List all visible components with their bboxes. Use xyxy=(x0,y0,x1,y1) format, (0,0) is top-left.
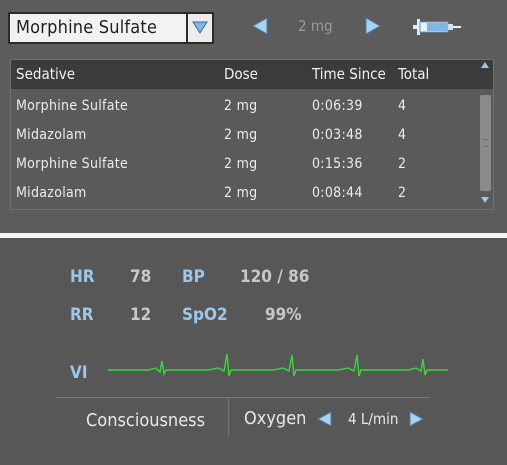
vi-label: VI xyxy=(70,363,88,383)
dose-decrease-button[interactable] xyxy=(249,15,271,37)
cell-sedative: Morphine Sulfate xyxy=(16,156,129,172)
cell-sedative: Midazolam xyxy=(16,185,87,201)
cell-total: 2 xyxy=(398,156,407,172)
scroll-grip xyxy=(483,139,488,147)
table-row[interactable]: Morphine Sulfate 2 mg 0:15:36 2 xyxy=(11,156,476,185)
cell-sedative: Midazolam xyxy=(16,127,87,143)
cell-total: 4 xyxy=(398,98,407,114)
cell-time-since: 0:08:44 xyxy=(312,185,363,201)
scroll-down-icon[interactable] xyxy=(481,197,489,203)
bp-label: BP xyxy=(182,267,205,287)
cell-dose: 2 mg xyxy=(224,185,258,201)
bp-value: 120 / 86 xyxy=(240,267,310,287)
table-row[interactable]: Morphine Sulfate 2 mg 0:06:39 4 xyxy=(11,98,476,127)
table-header: Sedative Dose Time Since Total xyxy=(11,60,493,89)
dose-increase-button[interactable] xyxy=(362,15,384,37)
sedative-select-value: Morphine Sulfate xyxy=(16,17,158,38)
rr-label: RR xyxy=(70,305,94,325)
dose-history-table: Sedative Dose Time Since Total Morphine … xyxy=(10,59,494,210)
cell-sedative: Morphine Sulfate xyxy=(16,98,129,114)
table-row[interactable]: Midazolam 2 mg 0:08:44 2 xyxy=(11,185,476,214)
table-row[interactable]: Midazolam 2 mg 0:03:48 4 xyxy=(11,127,476,156)
spo2-value: 99% xyxy=(265,305,302,325)
rr-value: 12 xyxy=(130,305,152,325)
cell-dose: 2 mg xyxy=(224,127,258,143)
cell-time-since: 0:15:36 xyxy=(312,156,363,172)
oxygen-increase-button[interactable] xyxy=(407,409,427,429)
cell-dose: 2 mg xyxy=(224,156,258,172)
oxygen-label: Oxygen xyxy=(244,408,307,429)
table-scrollbar[interactable] xyxy=(477,60,493,209)
hr-label: HR xyxy=(70,267,95,287)
dropdown-button[interactable] xyxy=(186,14,212,42)
cell-total: 2 xyxy=(398,185,407,201)
syringe-icon[interactable] xyxy=(413,16,461,38)
scroll-thumb[interactable] xyxy=(480,95,491,191)
header-time-since: Time Since xyxy=(312,65,386,83)
hr-value: 78 xyxy=(130,267,152,287)
cell-time-since: 0:03:48 xyxy=(312,127,363,143)
header-total: Total xyxy=(398,65,430,83)
spo2-label: SpO2 xyxy=(182,305,228,325)
triangle-down-icon xyxy=(192,21,208,34)
cell-dose: 2 mg xyxy=(224,98,258,114)
footer-separator xyxy=(56,397,430,398)
scroll-up-icon[interactable] xyxy=(481,62,489,68)
cell-total: 4 xyxy=(398,127,407,143)
header-sedative: Sedative xyxy=(16,65,76,83)
oxygen-value: 4 L/min xyxy=(348,410,399,428)
oxygen-decrease-button[interactable] xyxy=(314,409,334,429)
consciousness-button[interactable]: Consciousness xyxy=(86,410,205,431)
footer-vertical-separator xyxy=(228,398,229,436)
dose-value: 2 mg xyxy=(298,17,333,35)
sedative-select[interactable]: Morphine Sulfate xyxy=(8,12,214,44)
ecg-trace xyxy=(108,353,448,377)
header-dose: Dose xyxy=(224,65,258,83)
cell-time-since: 0:06:39 xyxy=(312,98,363,114)
